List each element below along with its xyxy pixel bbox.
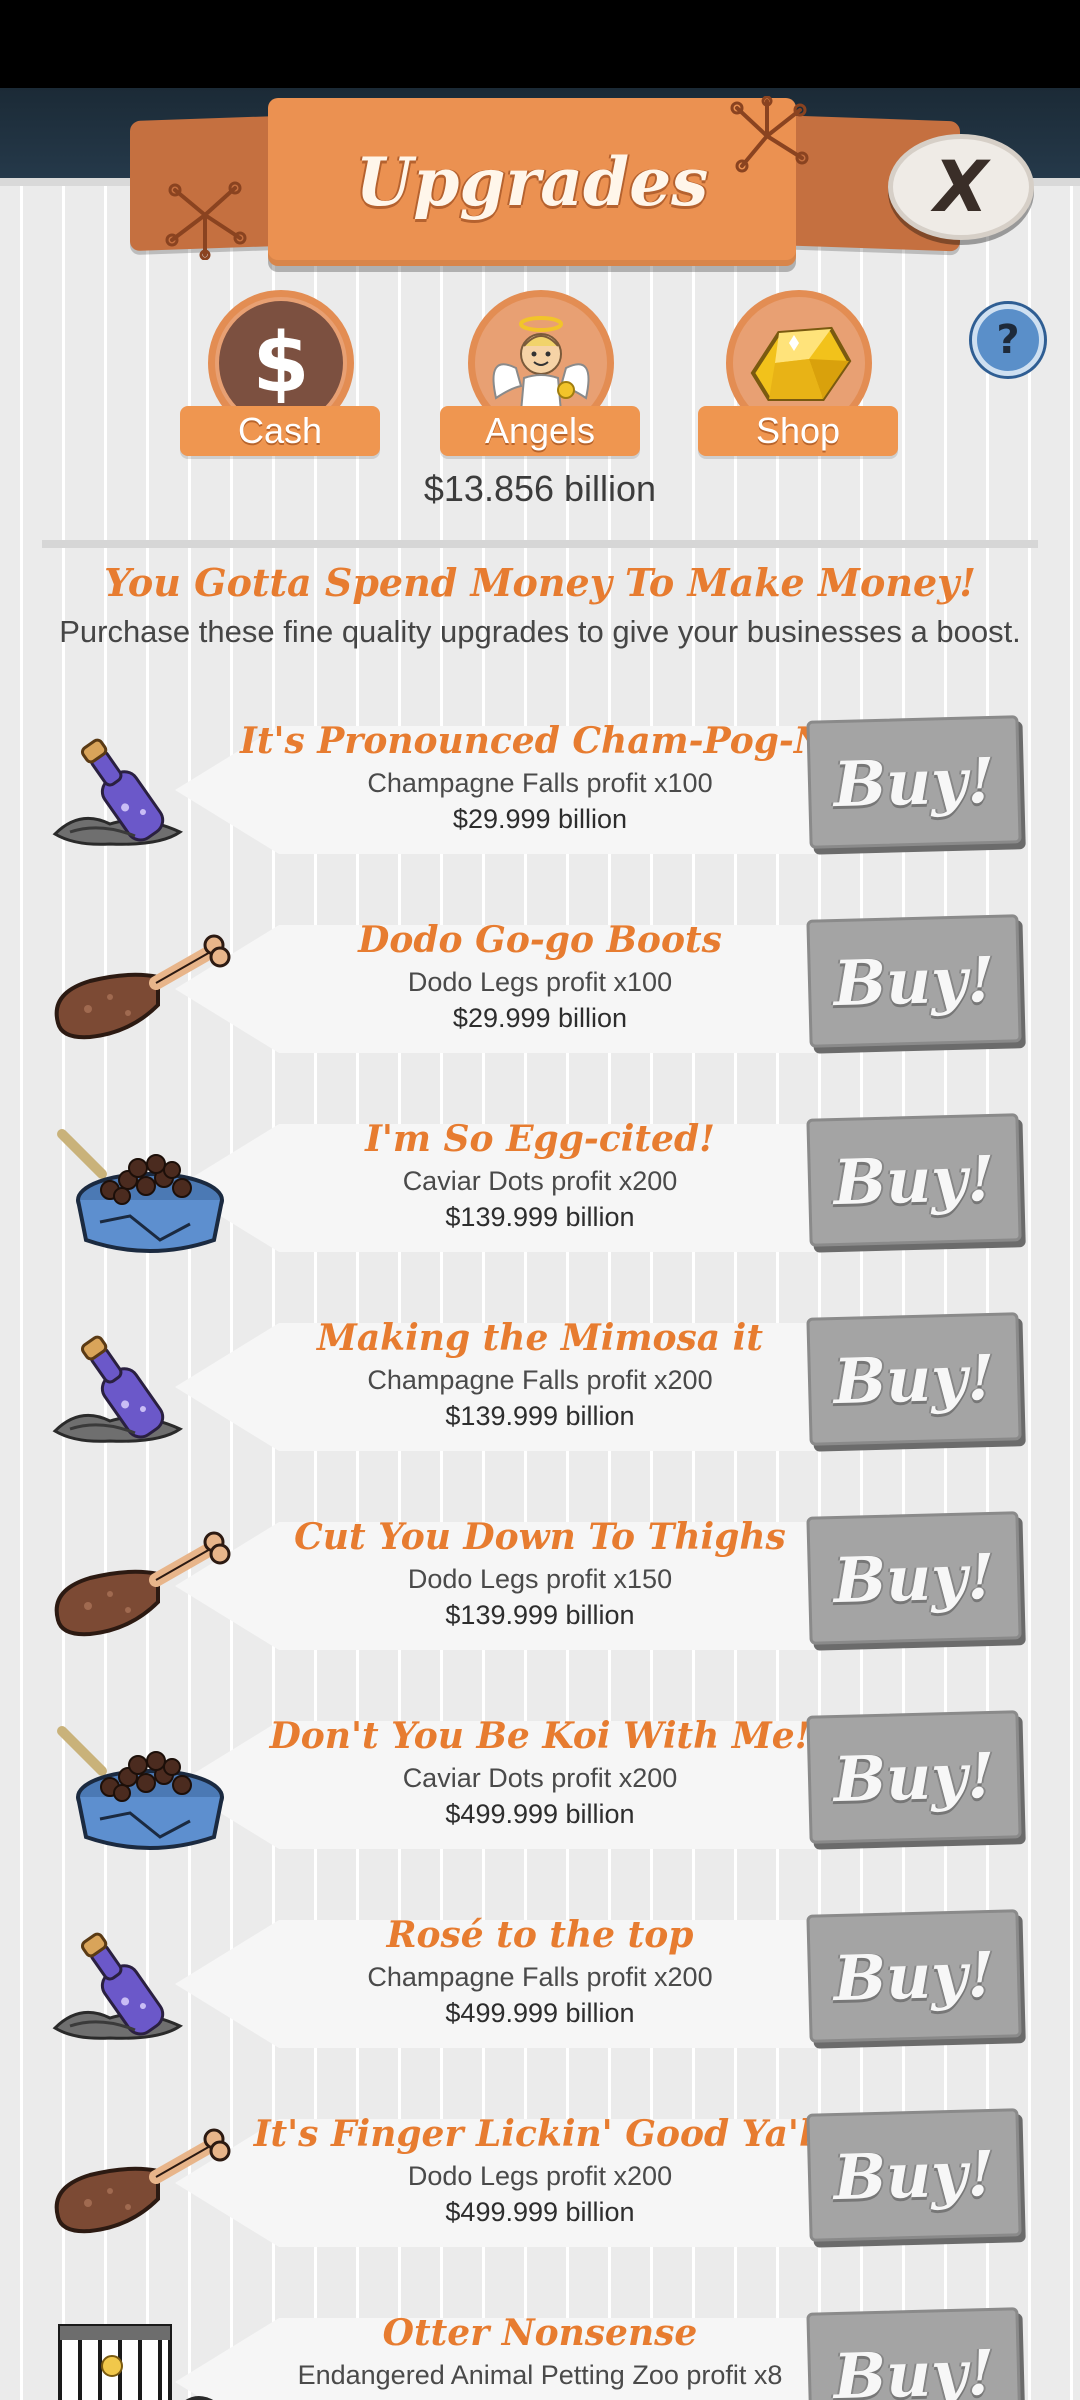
upgrade-title: I'm So Egg-cited! [365, 1118, 715, 1160]
section-subtext: Purchase these fine quality upgrades to … [59, 614, 1021, 649]
upgrade-row: It's Pronounced Cham-Pog-Na Champagne Fal… [0, 714, 1080, 864]
upgrade-title: Making the Mimosa it [317, 1317, 763, 1359]
tab-cash[interactable]: $ Cash [180, 290, 380, 456]
upgrade-row: I'm So Egg-cited! Caviar Dots profit x200… [0, 1112, 1080, 1262]
tab-angels-label: Angels [440, 406, 640, 456]
help-icon: ? [996, 317, 1020, 363]
upgrade-price: $499.999 billion [445, 1998, 635, 2028]
caviar-tin-icon [40, 1709, 240, 1859]
tab-cash-label: Cash [180, 406, 380, 456]
buy-button-label: Buy! [832, 1738, 996, 1816]
upgrade-row: Don't You Be Koi With Me! Caviar Dots pro… [0, 1709, 1080, 1859]
dodo-leg-icon [40, 1510, 240, 1660]
close-icon: X [934, 146, 988, 228]
title-banner: Upgrades [268, 98, 796, 266]
upgrade-description: Dodo Legs profit x200 [407, 2161, 673, 2191]
upgrade-row: Making the Mimosa it Champagne Falls prof… [0, 1311, 1080, 1461]
upgrade-price: $139.999 billion [445, 1600, 635, 1630]
upgrade-description: Champagne Falls profit x200 [367, 1365, 713, 1395]
buy-button[interactable]: Buy! [806, 914, 1022, 1048]
buy-button[interactable]: Buy! [806, 1710, 1022, 1844]
balance-amount: $13.856 billion [423, 468, 657, 509]
tab-angels[interactable]: Angels [440, 290, 640, 456]
upgrade-title: It's Finger Lickin' Good Ya'll [253, 2113, 827, 2155]
upgrade-price: $29.999 billion [452, 1003, 628, 1033]
status-bar [0, 0, 1080, 88]
dodo-leg-icon [40, 2107, 240, 2257]
buy-button[interactable]: Buy! [806, 715, 1022, 849]
buy-button[interactable]: Buy! [806, 2307, 1022, 2400]
upgrades-panel [0, 178, 1080, 2400]
buy-button[interactable]: Buy! [806, 2108, 1022, 2242]
upgrade-description: Dodo Legs profit x150 [407, 1564, 673, 1594]
buy-button-label: Buy! [832, 2136, 996, 2214]
upgrade-row: Cut You Down To Thighs Dodo Legs profit x… [0, 1510, 1080, 1660]
page-title: Upgrades [355, 143, 709, 221]
upgrade-title: Don't You Be Koi With Me! [269, 1715, 811, 1757]
divider [42, 540, 1038, 548]
champagne-bottle-icon [40, 1311, 240, 1461]
upgrade-title: It's Pronounced Cham-Pog-Na [240, 720, 851, 762]
upgrade-row: It's Finger Lickin' Good Ya'll Dodo Legs … [0, 2107, 1080, 2257]
buy-button[interactable]: Buy! [806, 1511, 1022, 1645]
upgrade-price: $139.999 billion [445, 1401, 635, 1431]
upgrade-description: Endangered Animal Petting Zoo profit x8 [297, 2360, 783, 2390]
buy-button-label: Buy! [832, 1340, 996, 1418]
upgrade-description: Caviar Dots profit x200 [402, 1763, 678, 1793]
close-button[interactable]: X [888, 134, 1034, 240]
tab-shop-label: Shop [698, 406, 898, 456]
help-button[interactable]: ? [972, 304, 1044, 376]
sparkle-icon [730, 96, 809, 173]
tab-shop[interactable]: Shop [698, 290, 898, 456]
upgrade-row: Otter Nonsense Endangered Animal Petting … [0, 2306, 1080, 2400]
upgrade-price: $29.999 billion [452, 804, 628, 834]
upgrade-title: Dodo Go-go Boots [358, 919, 722, 961]
section-heading: You Gotta Spend Money To Make Money! [104, 560, 976, 605]
upgrade-row: Dodo Go-go Boots Dodo Legs profit x100 $29… [0, 913, 1080, 1063]
champagne-bottle-icon [40, 1908, 240, 2058]
champagne-bottle-icon [40, 714, 240, 864]
upgrade-price: $499.999 billion [445, 2197, 635, 2227]
upgrade-title: Cut You Down To Thighs [294, 1516, 786, 1558]
buy-button[interactable]: Buy! [806, 1909, 1022, 2043]
zoo-cage-icon [40, 2306, 240, 2400]
buy-button-label: Buy! [832, 743, 996, 821]
buy-button[interactable]: Buy! [806, 1312, 1022, 1446]
upgrade-description: Champagne Falls profit x100 [367, 768, 713, 798]
buy-button[interactable]: Buy! [806, 1113, 1022, 1247]
upgrade-row: Rosé to the top Champagne Falls profit x2… [0, 1908, 1080, 2058]
buy-button-label: Buy! [832, 2335, 996, 2400]
buy-button-label: Buy! [832, 1937, 996, 2015]
dodo-leg-icon [40, 913, 240, 1063]
caviar-tin-icon [40, 1112, 240, 1262]
upgrade-description: Champagne Falls profit x200 [367, 1962, 713, 1992]
upgrade-price: $499.999 billion [445, 1799, 635, 1829]
gold-icon [750, 326, 852, 401]
upgrade-price: $139.999 billion [445, 1202, 635, 1232]
buy-button-label: Buy! [832, 1539, 996, 1617]
upgrade-title: Rosé to the top [386, 1914, 694, 1956]
upgrade-description: Caviar Dots profit x200 [402, 1166, 678, 1196]
buy-button-label: Buy! [832, 1141, 996, 1219]
upgrade-title: Otter Nonsense [382, 2312, 698, 2354]
upgrade-description: Dodo Legs profit x100 [407, 967, 673, 997]
buy-button-label: Buy! [832, 942, 996, 1020]
sparkle-icon [165, 181, 247, 260]
